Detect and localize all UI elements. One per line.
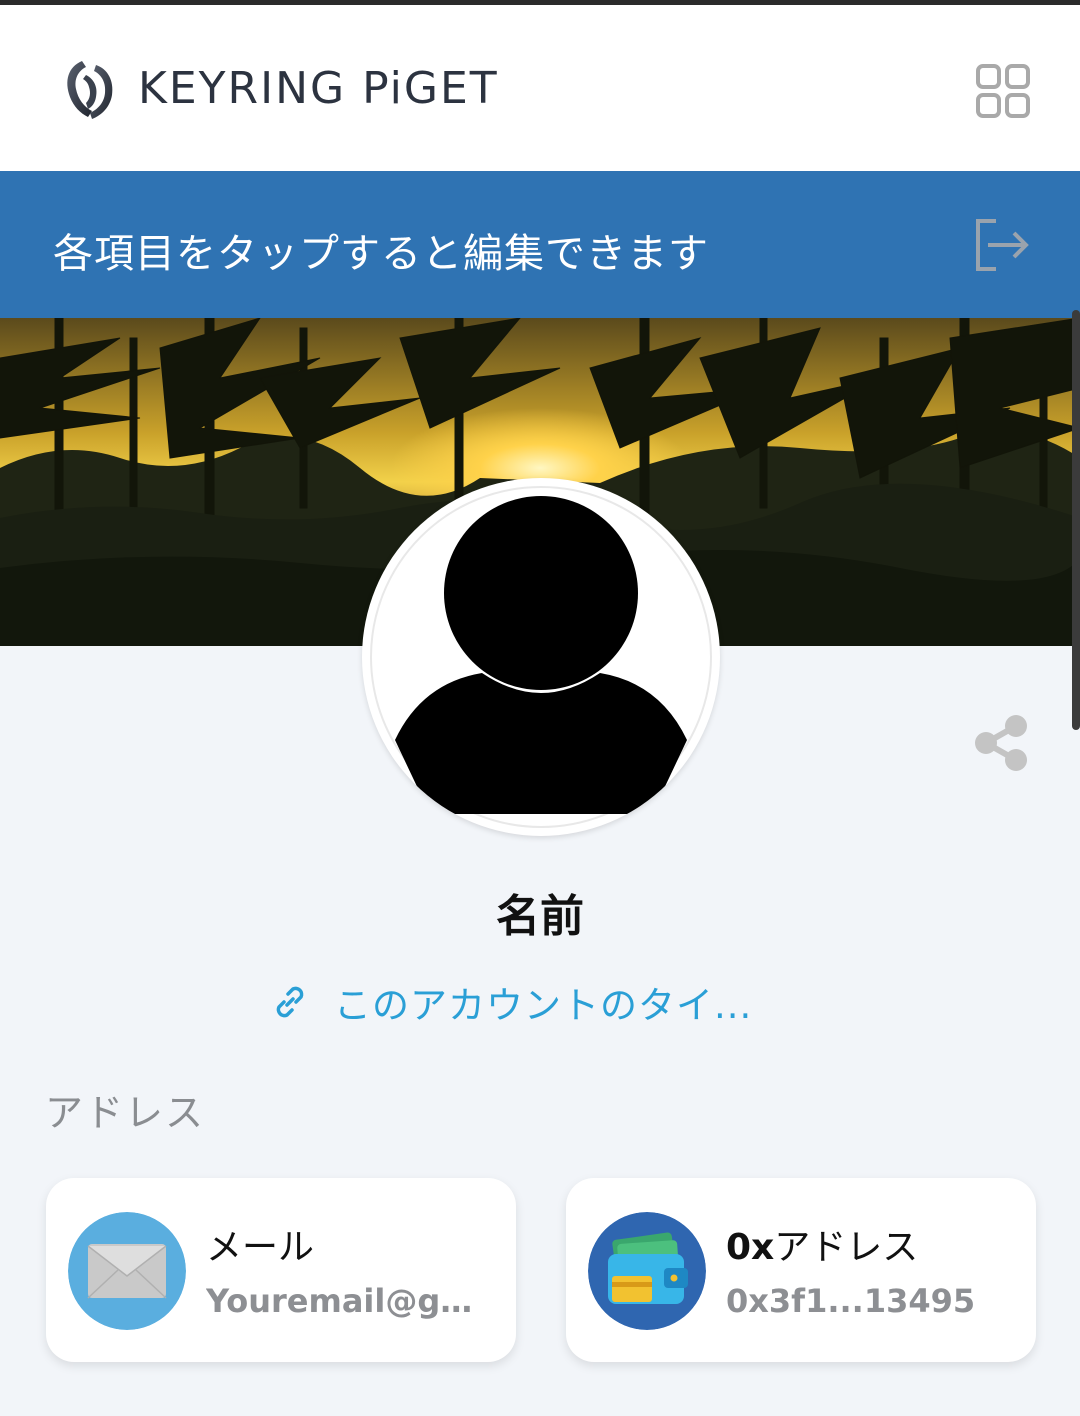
wallet-card-value: 0x3f1...13495 [726,1282,976,1320]
email-card-title: メール [206,1227,315,1268]
email-card-value: Youremail@gma... [206,1282,498,1320]
mail-icon [68,1212,186,1330]
profile-avatar[interactable] [362,478,720,836]
email-card[interactable]: メール Youremail@gma... [46,1178,516,1362]
logout-icon[interactable] [972,215,1032,275]
edit-hint-text: 各項目をタップすると編集できます [53,231,709,277]
keyring-logo-icon [67,61,113,119]
profile-name[interactable]: 名前 [0,880,1080,944]
user-avatar-icon [370,486,712,828]
edit-hint-banner: 各項目をタップすると編集できます [0,171,1080,318]
brand-name: KEYRING PiGET [138,63,499,114]
app-header: KEYRING PiGET [0,5,1080,171]
wallet-icon [588,1212,706,1330]
scrollbar[interactable] [1072,310,1080,730]
wallet-card-title-rest: アドレス [774,1227,919,1268]
wallet-card-title: 0xアドレス [726,1218,918,1270]
address-section-label: アドレス [45,1091,206,1135]
profile-tagline: このアカウントのタイ... [334,984,753,1027]
share-icon[interactable] [970,712,1032,774]
wallet-card[interactable]: 0xアドレス 0x3f1...13495 [566,1178,1036,1362]
grid-menu-icon[interactable] [975,63,1031,119]
profile-tagline-link[interactable]: このアカウントのタイ... [270,975,810,1029]
wallet-card-title-prefix: 0x [726,1227,775,1268]
link-icon [276,986,304,1018]
